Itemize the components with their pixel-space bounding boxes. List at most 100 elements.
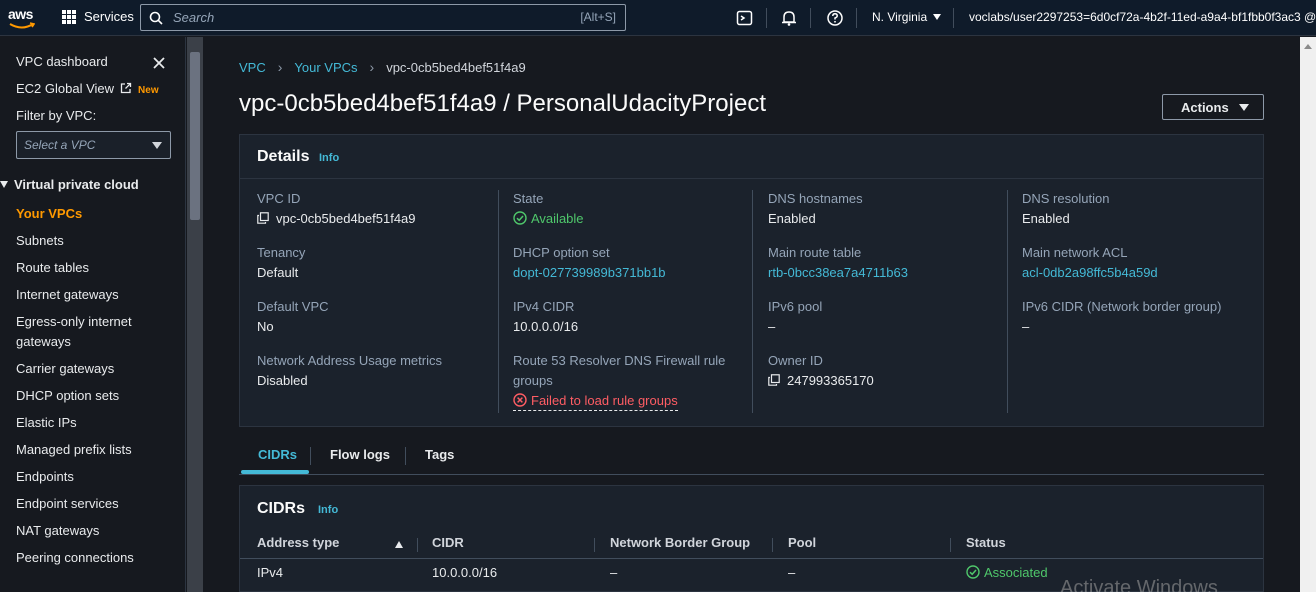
services-label: Services (84, 9, 134, 24)
account-menu[interactable]: voclabs/user2297253=6d0cf72a-4b2f-11ed-a… (969, 10, 1316, 24)
column-header-status[interactable]: Status (966, 535, 1006, 550)
vpc-filter-placeholder: Select a VPC (24, 138, 96, 152)
cidrs-panel: CIDRs Info Address type CIDR Network Bor… (239, 485, 1264, 592)
active-tab-indicator (241, 470, 309, 474)
region-selector[interactable]: N. Virginia (872, 10, 942, 24)
column-header-network-border-group[interactable]: Network Border Group (610, 535, 750, 550)
column-divider (752, 190, 753, 413)
sidebar-item-egress-only-internet-gateways[interactable]: Egress-only internet (16, 312, 132, 332)
vpc-id-value: vpc-0cb5bed4bef51f4a9 (257, 209, 416, 229)
owner-id-value: 247993365170 (768, 371, 874, 391)
vpc-filter-select[interactable]: Select a VPC (16, 131, 171, 159)
column-divider[interactable] (950, 538, 951, 552)
sidebar-item-peering-connections[interactable]: Peering connections (16, 548, 134, 568)
filter-by-vpc-label: Filter by VPC: (16, 108, 97, 123)
sidebar-item-egress-only-internet-gateways-line2[interactable]: gateways (16, 332, 71, 352)
state-label: State (513, 191, 544, 206)
main-network-acl-label: Main network ACL (1022, 245, 1128, 260)
error-circle-icon (513, 393, 527, 407)
route53-firewall-error-text: Failed to load rule groups (531, 393, 678, 408)
column-divider[interactable] (594, 538, 595, 552)
sidebar-item-vpc-dashboard[interactable]: VPC dashboard (16, 52, 108, 72)
tenancy-value: Default (257, 265, 299, 280)
dhcp-option-set-label: DHCP option set (513, 245, 610, 260)
breadcrumb-your-vpcs[interactable]: Your VPCs (294, 60, 357, 75)
activate-windows-watermark: Activate Windows (1060, 577, 1218, 592)
caret-down-icon (0, 181, 8, 188)
check-circle-icon (513, 211, 527, 225)
sidebar-item-your-vpcs[interactable]: Your VPCs (16, 204, 82, 224)
ipv6-pool-value: – (768, 319, 776, 334)
default-vpc-label: Default VPC (257, 299, 329, 314)
tab-cidrs[interactable]: CIDRs (258, 447, 297, 462)
column-divider[interactable] (772, 538, 773, 552)
nau-metrics-label: Network Address Usage metrics (257, 353, 442, 368)
sidebar-item-managed-prefix-lists[interactable]: Managed prefix lists (16, 440, 132, 460)
nav-divider (856, 8, 857, 28)
main-route-table-link[interactable]: rtb-0bcc38ea7a4711b63 (768, 263, 908, 283)
main-network-acl-link[interactable]: acl-0db2a98ffc5b4a59d (1022, 263, 1158, 283)
dhcp-option-set-link[interactable]: dopt-027739989b371bb1b (513, 263, 666, 283)
chevron-right-icon: › (369, 59, 375, 75)
sidebar-item-dhcp-option-sets[interactable]: DHCP option sets (16, 386, 119, 406)
services-menu-button[interactable]: Services (62, 9, 134, 24)
sidebar-item-route-tables[interactable]: Route tables (16, 258, 89, 278)
route53-firewall-error[interactable]: Failed to load rule groups (513, 391, 678, 411)
nau-metrics-value: Disabled (257, 373, 308, 388)
check-circle-icon (966, 565, 980, 579)
tab-divider (405, 447, 406, 465)
ec2-global-view-label: EC2 Global View (16, 81, 115, 96)
close-icon[interactable] (152, 56, 166, 70)
tab-divider (310, 447, 311, 465)
ipv6-cidr-value: – (1022, 319, 1030, 334)
column-header-pool[interactable]: Pool (788, 535, 816, 550)
copy-icon[interactable] (768, 374, 780, 386)
search-input[interactable]: Search [Alt+S] (140, 4, 626, 31)
help-icon[interactable] (826, 9, 844, 27)
sidebar-item-internet-gateways[interactable]: Internet gateways (16, 285, 119, 305)
column-divider[interactable] (417, 538, 418, 552)
details-title: Details (257, 148, 310, 165)
column-header-address-type[interactable]: Address type (257, 535, 339, 550)
sidebar-item-carrier-gateways[interactable]: Carrier gateways (16, 359, 114, 379)
main-route-table-label: Main route table (768, 245, 862, 260)
sort-ascending-icon[interactable] (395, 541, 403, 548)
breadcrumb: VPC › Your VPCs › vpc-0cb5bed4bef51f4a9 (239, 59, 526, 75)
cloudshell-icon[interactable] (736, 9, 754, 27)
sidebar-item-endpoint-services[interactable]: Endpoint services (16, 494, 119, 514)
nav-divider (766, 8, 767, 28)
sidebar-item-endpoints[interactable]: Endpoints (16, 467, 74, 487)
sidebar-item-nat-gateways[interactable]: NAT gateways (16, 521, 99, 541)
dns-resolution-label: DNS resolution (1022, 191, 1110, 206)
tenancy-label: Tenancy (257, 245, 306, 260)
details-panel: Details Info VPC ID vpc-0cb5bed4bef51f4a… (239, 134, 1264, 427)
scroll-up-icon[interactable] (1304, 44, 1312, 49)
dns-hostnames-value: Enabled (768, 211, 816, 226)
sidebar-item-elastic-ips[interactable]: Elastic IPs (16, 413, 77, 433)
sidebar-item-subnets[interactable]: Subnets (16, 231, 64, 251)
region-label: N. Virginia (872, 10, 928, 24)
search-shortcut: [Alt+S] (580, 10, 616, 24)
owner-id-text: 247993365170 (787, 373, 874, 388)
sidebar-section-virtual-private-cloud[interactable]: Virtual private cloud (0, 177, 139, 192)
cidrs-info-link[interactable]: Info (318, 504, 338, 516)
tab-flow-logs[interactable]: Flow logs (330, 447, 390, 462)
vpc-id-label: VPC ID (257, 191, 301, 206)
dns-hostnames-label: DNS hostnames (768, 191, 863, 206)
actions-button[interactable]: Actions (1162, 94, 1264, 120)
bell-icon[interactable] (780, 9, 798, 27)
breadcrumb-vpc[interactable]: VPC (239, 60, 266, 75)
tab-tags[interactable]: Tags (425, 447, 454, 462)
sidebar-scrollbar-thumb[interactable] (190, 52, 200, 220)
page-scrollbar[interactable] (1300, 37, 1316, 592)
aws-logo[interactable]: aws (6, 5, 40, 31)
page-title: vpc-0cb5bed4bef51f4a9 / PersonalUdacityP… (239, 90, 766, 117)
search-icon (149, 11, 163, 25)
column-header-cidr[interactable]: CIDR (432, 535, 464, 550)
copy-icon[interactable] (257, 212, 269, 224)
cell-pool: – (788, 565, 796, 580)
cell-status: Associated (966, 565, 1048, 580)
sidebar-item-ec2-global-view[interactable]: EC2 Global View New (16, 79, 159, 101)
owner-id-label: Owner ID (768, 353, 823, 368)
details-info-link[interactable]: Info (319, 152, 339, 164)
